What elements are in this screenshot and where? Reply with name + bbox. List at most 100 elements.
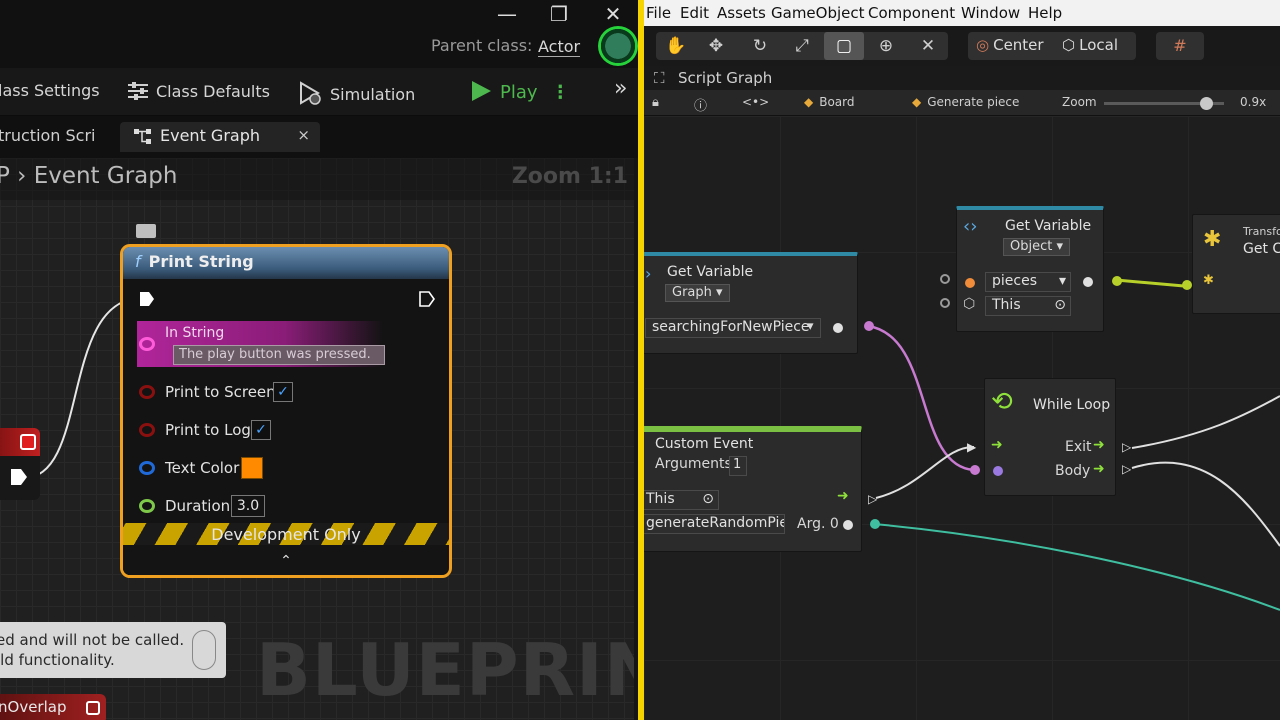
overlap-event-node[interactable]: nOverlap bbox=[0, 694, 106, 720]
variable-name-field[interactable]: pieces ▾ bbox=[985, 272, 1071, 292]
transform-node[interactable]: ✱ Transfo Get C ✱ bbox=[1192, 214, 1280, 314]
unity-editor: File Edit Assets GameObject Component Wi… bbox=[644, 0, 1280, 720]
variable-kind-dropdown[interactable]: Graph ▾ bbox=[665, 284, 730, 302]
zoom-slider[interactable] bbox=[1104, 97, 1224, 110]
generate-piece-breadcrumb[interactable]: ◆ Generate piece bbox=[912, 95, 1019, 109]
exec-input-port-icon[interactable]: ▶ bbox=[967, 440, 976, 454]
exec-in-arrow-icon[interactable]: ➜ bbox=[991, 437, 1003, 453]
parent-class-label: Parent class: bbox=[431, 36, 533, 55]
float-pin-icon[interactable] bbox=[139, 499, 155, 513]
exec-out-pin-icon[interactable] bbox=[419, 291, 435, 307]
class-settings-button[interactable]: lass Settings bbox=[0, 81, 100, 100]
body-port-icon[interactable]: ➜ bbox=[1093, 461, 1105, 477]
duration-input[interactable]: 3.0 bbox=[231, 495, 265, 517]
collapse-chevron-icon[interactable]: ⌃ bbox=[123, 553, 449, 569]
get-variable-graph-node[interactable]: › Get Variable Graph ▾ searchingForNewPi… bbox=[644, 252, 858, 354]
bool-input-port-icon[interactable] bbox=[970, 465, 980, 475]
delegate-pin-icon[interactable] bbox=[86, 701, 100, 715]
target-field[interactable]: This ⊙ bbox=[985, 296, 1071, 316]
menu-gameobject[interactable]: GameObject bbox=[771, 4, 865, 22]
string-pin-icon[interactable] bbox=[139, 337, 155, 351]
code-icon[interactable]: <•> bbox=[742, 95, 769, 109]
target-field[interactable]: This ⊙ bbox=[644, 490, 719, 510]
comment-bubble-icon[interactable] bbox=[136, 224, 156, 238]
rotate-tool-icon[interactable]: ↻ bbox=[740, 32, 780, 60]
bool-pin-icon[interactable] bbox=[139, 385, 155, 399]
class-defaults-button[interactable]: Class Defaults bbox=[126, 81, 270, 101]
text-color-swatch[interactable] bbox=[241, 457, 263, 479]
output-port-icon[interactable] bbox=[833, 323, 843, 333]
menu-window[interactable]: Window bbox=[961, 4, 1020, 22]
script-graph-canvas[interactable]: › Get Variable Graph ▾ searchingForNewPi… bbox=[644, 116, 1280, 720]
bool-output-port-icon[interactable] bbox=[864, 321, 874, 331]
scale-tool-icon[interactable]: ⤢ bbox=[782, 32, 822, 60]
event-name-field[interactable]: generateRandomPiece bbox=[644, 514, 785, 534]
move-tool-icon[interactable]: ✥ bbox=[696, 32, 736, 60]
condition-port-icon[interactable] bbox=[993, 466, 1003, 476]
pivot-local-button[interactable]: ⬡ Local bbox=[1062, 36, 1118, 54]
output-port-icon[interactable] bbox=[1083, 277, 1093, 287]
toolbar-overflow-icon[interactable]: » bbox=[614, 76, 627, 101]
menu-assets[interactable]: Assets bbox=[717, 4, 766, 22]
piece-output-port-icon[interactable] bbox=[870, 519, 880, 529]
object-input-port-icon[interactable] bbox=[1182, 280, 1192, 290]
arguments-count-field[interactable]: 1 bbox=[729, 456, 747, 476]
info-icon[interactable]: ⓘ bbox=[694, 95, 707, 114]
while-loop-node[interactable]: ⟲ While Loop ➜ Exit ➜ Body ➜ bbox=[984, 378, 1116, 496]
get-variable-object-node[interactable]: ‹› Get Variable Object ▾ pieces ▾ ⬡ This ⊙ bbox=[956, 206, 1104, 332]
menu-component[interactable]: Component bbox=[868, 4, 955, 22]
parent-class-link[interactable]: Actor bbox=[538, 37, 581, 57]
tab-event-graph[interactable]: Event Graph × bbox=[120, 122, 320, 152]
custom-event-node[interactable]: Custom Event Arguments 1 This ⊙ ➜ generat… bbox=[644, 426, 862, 552]
menu-help[interactable]: Help bbox=[1028, 4, 1062, 22]
input-port-icon[interactable] bbox=[940, 274, 950, 284]
string-port-icon[interactable] bbox=[965, 278, 975, 288]
variable-kind-dropdown[interactable]: Object ▾ bbox=[1003, 238, 1071, 256]
blueprint-status-icon[interactable] bbox=[598, 26, 638, 66]
print-to-log-checkbox[interactable]: ✓ bbox=[251, 420, 271, 440]
exec-in-pin[interactable] bbox=[139, 291, 155, 307]
trigger-port-icon[interactable]: ➜ bbox=[837, 488, 849, 504]
variable-dropdown-icon[interactable]: ▾ bbox=[805, 319, 821, 337]
zoom-slider-handle[interactable] bbox=[1200, 97, 1213, 110]
board-breadcrumb[interactable]: ◆ Board bbox=[804, 95, 855, 109]
menu-edit[interactable]: Edit bbox=[680, 4, 709, 22]
play-button[interactable]: Play ⋮ bbox=[470, 80, 569, 103]
transform-tool-icon[interactable]: ⊕ bbox=[866, 32, 906, 60]
exec-out-pin[interactable] bbox=[10, 468, 28, 486]
struct-pin-icon[interactable] bbox=[139, 461, 155, 475]
in-string-input[interactable]: The play button was pressed. bbox=[173, 345, 385, 365]
arg0-port-icon[interactable] bbox=[843, 520, 853, 530]
object-port-icon[interactable] bbox=[1112, 276, 1122, 286]
grid-snap-icon[interactable]: # bbox=[1156, 32, 1204, 60]
tab-construction-script[interactable]: truction Scri bbox=[0, 122, 108, 152]
exec-body-port-icon[interactable]: ▷ bbox=[1122, 462, 1131, 476]
exec-exit-port-icon[interactable]: ▷ bbox=[1122, 440, 1131, 454]
rect-tool-icon[interactable]: ▢ bbox=[824, 32, 864, 60]
lock-icon[interactable]: 🔒︎ bbox=[652, 95, 659, 110]
custom-tool-icon[interactable]: ✕ bbox=[908, 32, 948, 60]
input-port-icon[interactable] bbox=[940, 298, 950, 308]
in-string-pin[interactable]: In String The play button was pressed. bbox=[137, 321, 385, 367]
transform-port-icon[interactable]: ✱ bbox=[1203, 273, 1214, 288]
maximize-icon[interactable]: ❐ bbox=[544, 2, 574, 26]
simulation-button[interactable]: Simulation bbox=[298, 81, 415, 105]
hand-tool-icon[interactable]: ✋ bbox=[656, 32, 696, 60]
exit-port-icon[interactable]: ➜ bbox=[1093, 437, 1105, 453]
script-graph-tab[interactable]: ⛶ Script Graph bbox=[644, 66, 1280, 90]
close-icon[interactable]: ✕ bbox=[598, 2, 628, 26]
bool-pin-icon[interactable] bbox=[139, 423, 155, 437]
print-to-screen-checkbox[interactable]: ✓ bbox=[273, 382, 293, 402]
exec-output-port-icon[interactable]: ▷ bbox=[868, 492, 877, 506]
close-tab-icon[interactable]: × bbox=[297, 126, 310, 144]
event-node[interactable] bbox=[0, 428, 40, 500]
print-string-node[interactable]: f Print String In String The play button … bbox=[120, 244, 452, 578]
blueprint-graph-canvas[interactable]: P › Event Graph Zoom 1:1 BLUEPRINT f Prin… bbox=[0, 158, 634, 720]
breadcrumb[interactable]: P › Event Graph bbox=[0, 163, 177, 189]
variable-name-field[interactable]: searchingForNewPiece bbox=[645, 318, 821, 338]
pivot-center-button[interactable]: ◎ Center bbox=[976, 36, 1044, 54]
minimize-icon[interactable]: — bbox=[492, 2, 522, 26]
play-options-icon[interactable]: ⋮ bbox=[551, 82, 569, 103]
menu-file[interactable]: File bbox=[646, 4, 671, 22]
delegate-pin-icon[interactable] bbox=[20, 434, 36, 450]
